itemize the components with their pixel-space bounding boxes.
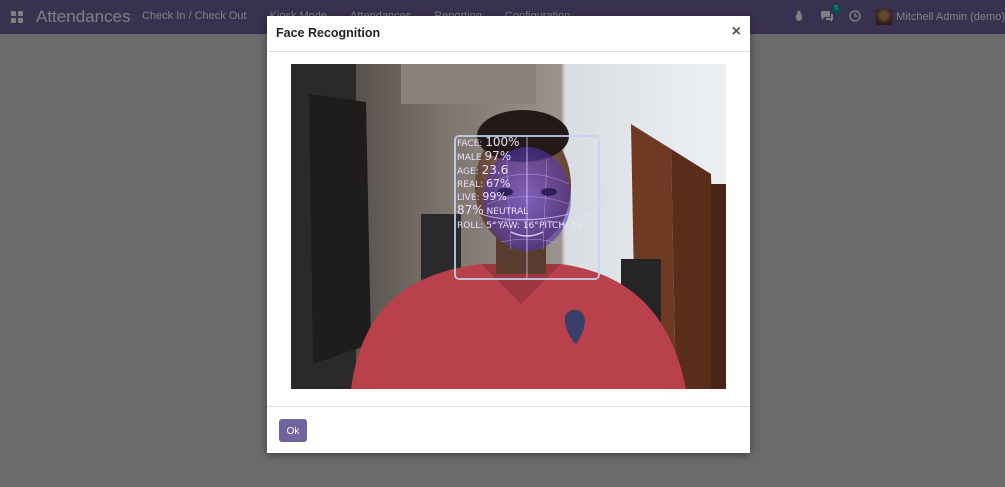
webcam-image: FACE: 100% MALE 97% AGE: 23.6 REAL: 67% … — [291, 64, 726, 389]
hud-yaw-label: YAW: 16° — [497, 221, 539, 231]
camera-feed: FACE: 100% MALE 97% AGE: 23.6 REAL: 67% … — [291, 64, 726, 389]
close-icon[interactable]: × — [732, 24, 741, 40]
ok-button[interactable]: Ok — [279, 419, 307, 442]
face-recognition-dialog: Face Recognition × FACE: 100% MALE 97% A… — [267, 16, 750, 453]
dialog-header: Face Recognition × — [267, 16, 750, 52]
dialog-title: Face Recognition — [276, 26, 381, 40]
dialog-footer: Ok — [267, 406, 750, 454]
hud-roll-label: ROLL: 5° — [457, 221, 497, 231]
hud-pitch-label: PITCH: 14° — [539, 221, 587, 231]
